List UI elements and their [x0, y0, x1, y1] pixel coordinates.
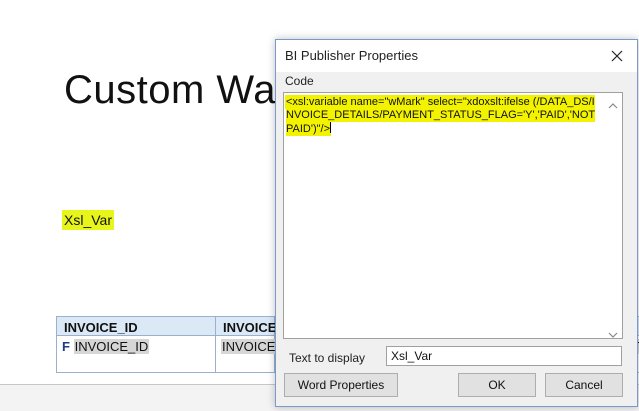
text-cursor	[330, 122, 332, 133]
table-cell: INVOICE	[215, 335, 277, 373]
scroll-down-icon[interactable]	[608, 326, 618, 338]
bi-publisher-properties-dialog: BI Publisher Properties Code <xsl:variab…	[275, 39, 638, 407]
close-icon[interactable]	[607, 46, 627, 66]
text-to-display-label: Text to display	[289, 351, 366, 365]
word-properties-button[interactable]: Word Properties	[284, 373, 398, 397]
code-label: Code	[285, 74, 314, 88]
text-to-display-input[interactable]	[386, 346, 622, 366]
scroll-up-icon[interactable]	[608, 97, 618, 109]
dialog-title: BI Publisher Properties	[285, 48, 418, 63]
invoice-field[interactable]: INVOICE	[221, 339, 277, 354]
code-content: <xsl:variable name="wMark" select="xdoxs…	[286, 96, 596, 135]
table-header-invoice: INVOICE	[215, 316, 276, 336]
document-title: Custom Wa	[64, 68, 276, 112]
invoice-id-field[interactable]: INVOICE_ID	[73, 339, 150, 354]
code-textarea[interactable]: <xsl:variable name="wMark" select="xdoxs…	[283, 92, 623, 339]
ok-button[interactable]: OK	[458, 373, 536, 397]
cancel-button[interactable]: Cancel	[545, 373, 623, 397]
xsl-var-field[interactable]: Xsl_Var	[62, 210, 114, 230]
dialog-titlebar[interactable]: BI Publisher Properties	[276, 40, 637, 72]
table-row: F INVOICE_ID	[56, 335, 216, 373]
code-text: <xsl:variable name="wMark" select="xdoxs…	[286, 96, 602, 136]
form-field-marker: F	[62, 339, 70, 354]
table-header-invoice-id: INVOICE_ID	[56, 316, 216, 336]
